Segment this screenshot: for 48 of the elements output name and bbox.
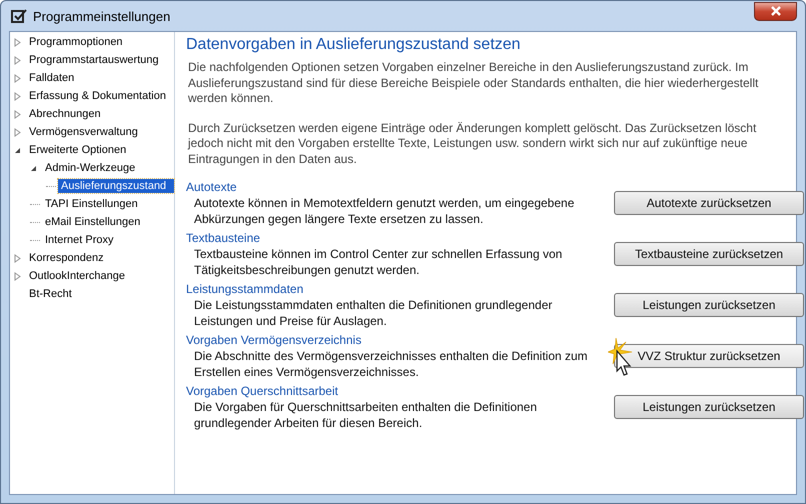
expand-arrow-icon[interactable] [14,56,21,64]
section-description: Autotexte können in Memotextfeldern genutzt werden, um eingegebene Abkürzungen gegen längere Texte ersetzen zu lassen. [194,195,576,227]
section-title: Vorgaben Vermögensverzeichnis [186,333,362,347]
close-button[interactable] [754,2,797,20]
section-description: Textbausteine können im Control Center zur schnellen Erfassung von Tätigkeitsbeschreibungen genutzt werden. [194,246,564,278]
tree-item[interactable]: Erweiterte Optionen [26,143,130,157]
checklist-icon [11,9,27,23]
section-description: Die Abschnitte des Vermögensverzeichnisses enthalten die Definition zum Erstellen eines Vermögensverzeichnisses. [194,348,589,380]
section-title: Autotexte [186,180,238,194]
section-title: Textbausteine [186,231,262,245]
section-title: Leistungsstammdaten [186,282,304,296]
tree-item[interactable]: OutlookInterchange [26,269,128,283]
reset-button[interactable]: Autotexte zurücksetzen [614,191,804,215]
reset-button[interactable]: Leistungen zurücksetzen [614,293,804,317]
tree-item[interactable]: TAPI Einstellungen [42,197,141,211]
expand-arrow-icon[interactable] [14,254,21,262]
section-title: Vorgaben Querschnittsarbeit [186,384,340,398]
mouse-cursor-icon [608,338,634,378]
tree-item[interactable]: Erfassung & Dokumentation [26,89,169,103]
tree-item[interactable]: Auslieferungszustand [58,179,174,193]
tree-item[interactable]: Programmstartauswertung [26,53,162,67]
tree-item[interactable]: Korrespondenz [26,251,107,265]
expand-arrow-icon[interactable] [14,74,21,82]
expand-arrow-icon[interactable] [14,110,21,118]
page-heading: Datenvorgaben in Auslieferungszustand setzen [186,36,522,54]
reset-button[interactable]: Textbausteine zurücksetzen [614,242,804,266]
tree-item[interactable]: Internet Proxy [42,233,116,247]
tree-item[interactable]: Vermögensverwaltung [26,125,141,139]
info-paragraph: Die nachfolgenden Optionen setzen Vorgaben einzelner Bereiche in den Auslieferungszustand zurück. Im Auslieferungszustand sind für diese Bereiche Beispiele oder Standards enthalten, die hier wiederhergestellt werden können. [188,60,760,106]
close-icon [770,6,782,16]
tree-item[interactable]: Bt-Recht [26,287,75,301]
section-description: Die Vorgaben für Querschnittsarbeiten enthalten die Definitionen grundlegender Arbeiten für diesen Bereich. [194,399,538,431]
expand-arrow-icon[interactable] [14,38,21,46]
reset-button[interactable]: Leistungen zurücksetzen [614,395,804,419]
collapse-arrow-icon[interactable] [30,164,37,172]
collapse-arrow-icon[interactable] [14,146,21,154]
section-description: Die Leistungsstammdaten enthalten die Definitionen grundlegender Leistungen und Preise für Auslagen. [194,297,554,329]
tree-item[interactable]: Falldaten [26,71,78,85]
window-title: Programmeinstellungen [33,8,170,24]
tree-item[interactable]: Abrechnungen [26,107,104,121]
tree-item[interactable]: eMail Einstellungen [42,215,144,229]
tree-item[interactable]: Admin-Werkzeuge [42,161,138,175]
info-paragraph: Durch Zurücksetzen werden eigene Einträge oder Änderungen komplett gelöscht. Das Zurücksetzen löscht jedoch nicht mit den Vorgaben erstellte Texte, Leistungen usw. sondern wirkt sich nur auf zukünftige neue Eintragungen in den Daten aus. [188,120,758,167]
expand-arrow-icon[interactable] [14,272,21,280]
reset-button[interactable]: VVZ Struktur zurücksetzen [614,344,804,368]
tree-item[interactable]: Programmoptionen [26,35,126,49]
expand-arrow-icon[interactable] [14,128,21,136]
expand-arrow-icon[interactable] [14,92,21,100]
